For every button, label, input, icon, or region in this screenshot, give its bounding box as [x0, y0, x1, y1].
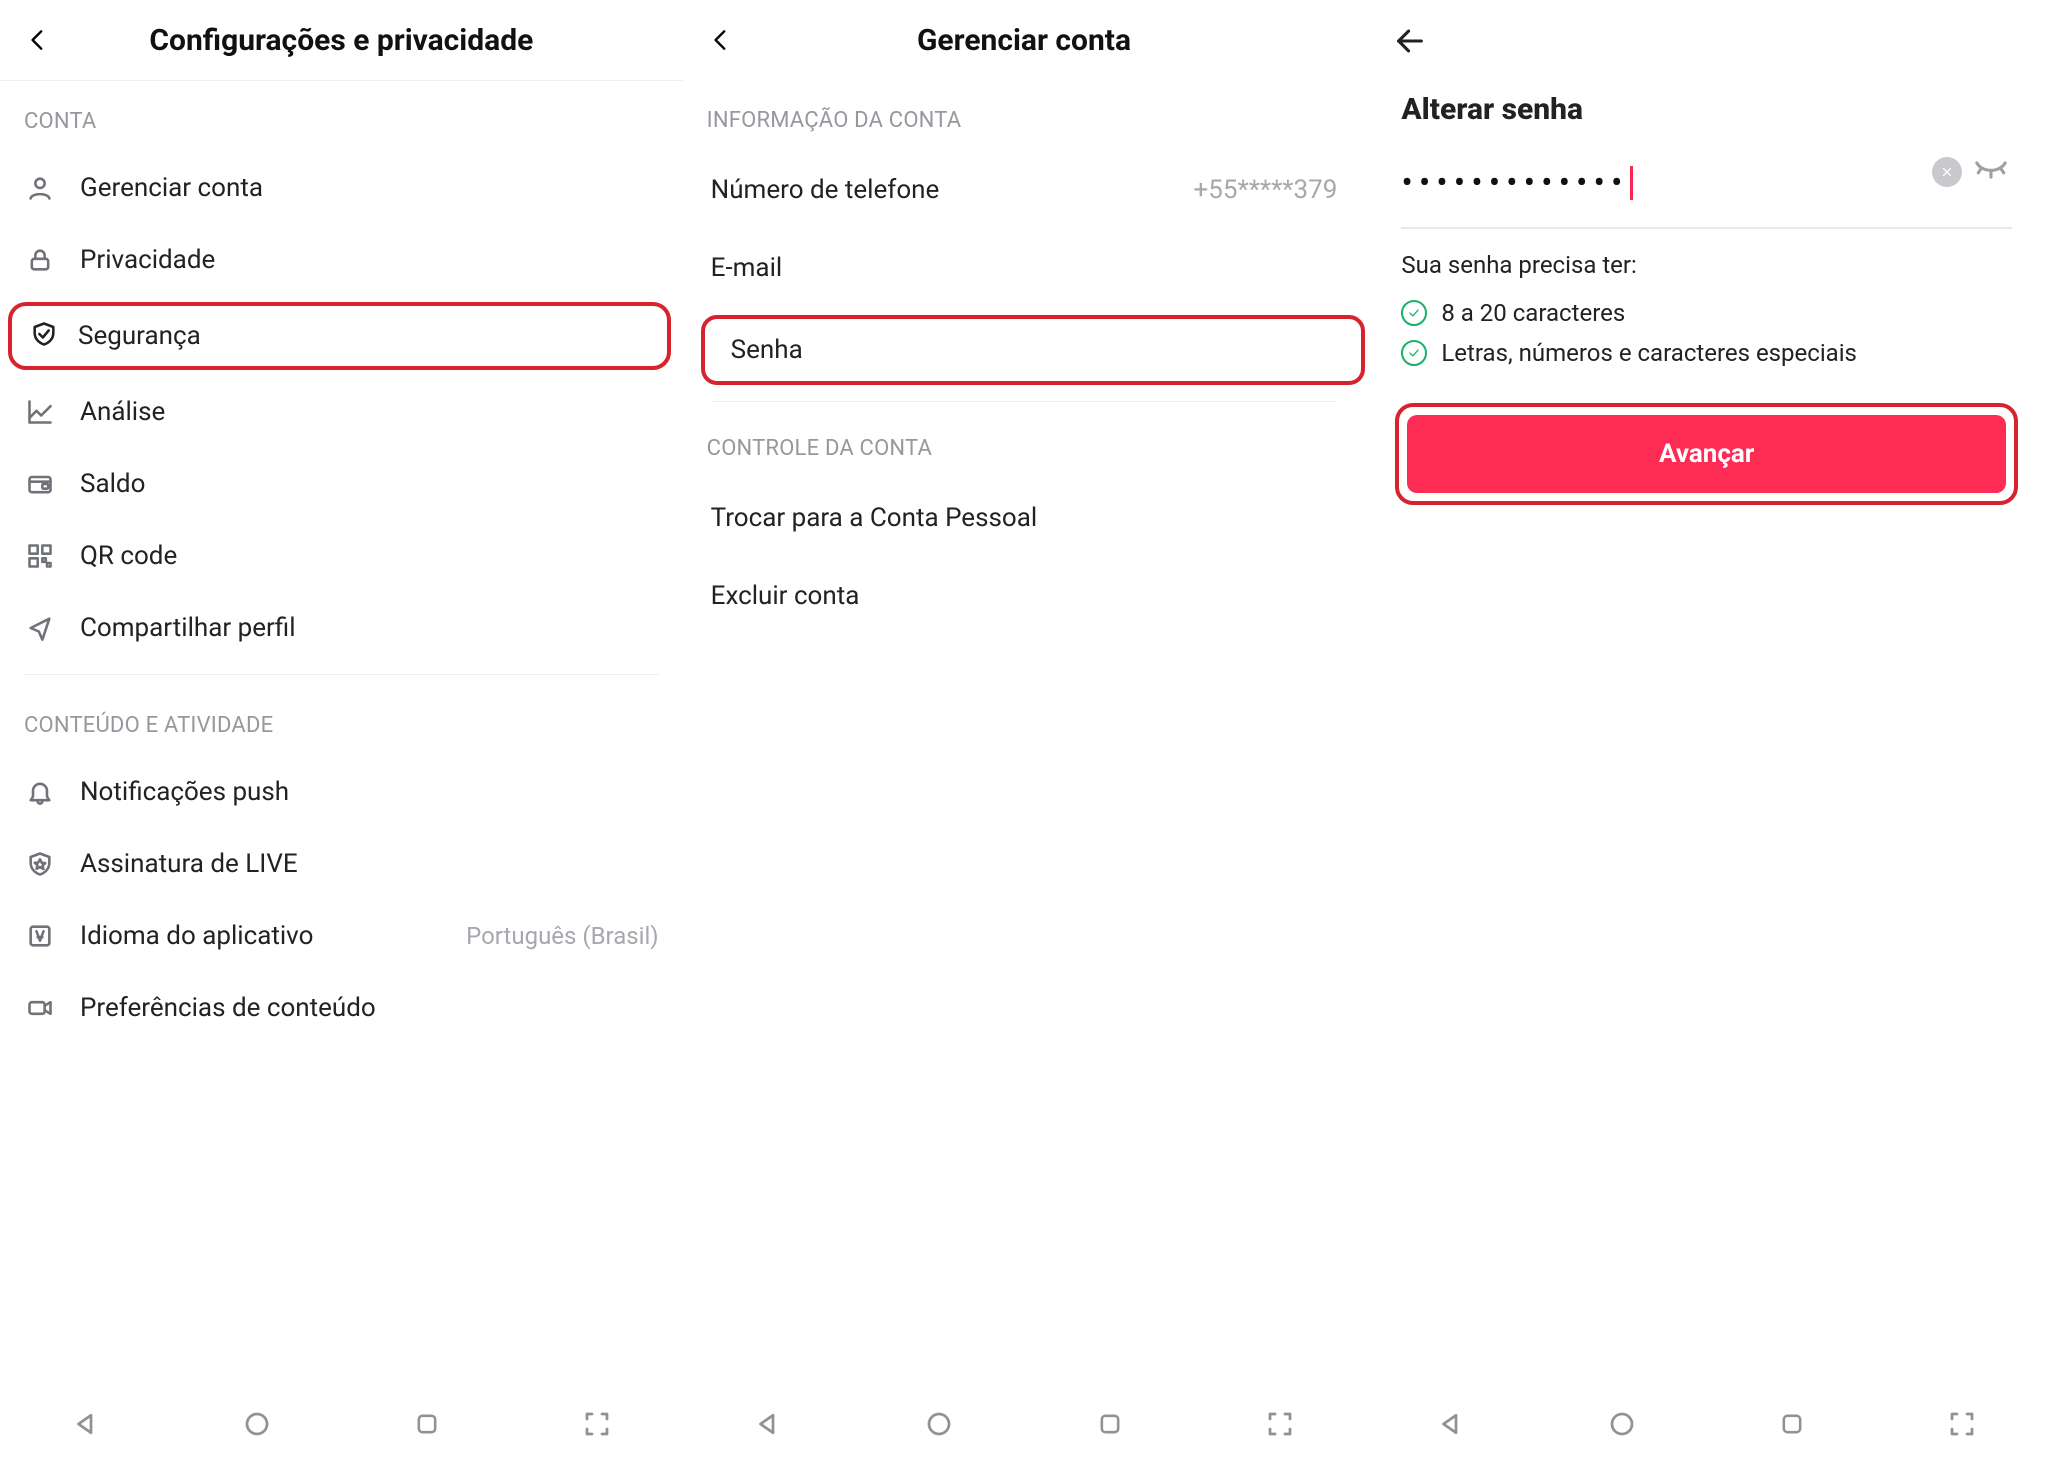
row-label: E-mail [711, 253, 1338, 283]
nav-back-icon[interactable] [71, 1409, 101, 1443]
highlight-senha: Senha [701, 315, 1366, 385]
nav-recent-icon[interactable] [413, 1410, 441, 1442]
row-compartilhar[interactable]: Compartilhar perfil [0, 592, 683, 664]
page-title: Gerenciar conta [741, 23, 1308, 58]
requirements-title: Sua senha precisa ter: [1401, 251, 2012, 279]
row-label: Assinatura de LIVE [80, 849, 659, 879]
row-label[interactable]: Senha [731, 335, 803, 365]
requirement-row: 8 a 20 caracteres [1401, 293, 2012, 333]
lock-icon [24, 244, 56, 276]
nav-recent-icon[interactable] [1778, 1410, 1806, 1442]
password-masked-value: ••••••••••••• [1401, 163, 1628, 203]
advance-button[interactable]: Avançar [1407, 415, 2006, 493]
row-label[interactable]: Segurança [78, 321, 201, 351]
row-idioma[interactable]: Idioma do aplicativo Português (Brasil) [0, 900, 683, 972]
android-nav-bar [0, 1388, 683, 1464]
highlight-seguranca: Segurança [8, 302, 671, 370]
section-header-controle: CONTROLE DA CONTA [683, 408, 1366, 479]
nav-recent-icon[interactable] [1096, 1410, 1124, 1442]
row-qrcode[interactable]: QR code [0, 520, 683, 592]
nav-fullscreen-icon[interactable] [582, 1409, 612, 1443]
shield-icon [30, 320, 58, 352]
section-header-conteudo: CONTEÚDO E ATIVIDADE [0, 685, 683, 756]
qr-icon [24, 540, 56, 572]
password-input[interactable]: ••••••••••••• [1401, 147, 2012, 229]
row-trocar-conta[interactable]: Trocar para a Conta Pessoal [683, 479, 1366, 557]
nav-back-icon[interactable] [753, 1409, 783, 1443]
row-label: QR code [80, 541, 659, 571]
row-label: Idioma do aplicativo [80, 921, 442, 951]
requirement-text: 8 a 20 caracteres [1441, 299, 1625, 327]
row-assinatura-live[interactable]: Assinatura de LIVE [0, 828, 683, 900]
row-value: Português (Brasil) [466, 922, 659, 950]
highlight-avancar: Avançar [1395, 403, 2018, 505]
nav-home-icon[interactable] [1607, 1409, 1637, 1443]
row-label: Gerenciar conta [80, 173, 659, 203]
row-label: Compartilhar perfil [80, 613, 659, 643]
row-label: Número de telefone [711, 175, 1194, 205]
chart-icon [24, 396, 56, 428]
android-nav-bar [1365, 1388, 2048, 1464]
text-caret [1630, 166, 1633, 200]
row-label: Notificações push [80, 777, 659, 807]
bell-icon [24, 776, 56, 808]
back-chevron-icon[interactable] [701, 20, 741, 60]
requirement-text: Letras, números e caracteres especiais [1441, 339, 1857, 367]
badge-shield-icon [24, 848, 56, 880]
section-header-conta: CONTA [0, 81, 683, 152]
nav-home-icon[interactable] [924, 1409, 954, 1443]
row-privacidade[interactable]: Privacidade [0, 224, 683, 296]
clear-input-icon[interactable] [1932, 157, 1962, 187]
person-icon [24, 172, 56, 204]
page-title: Alterar senha [1365, 62, 2048, 147]
row-analise[interactable]: Análise [0, 376, 683, 448]
row-label: Trocar para a Conta Pessoal [711, 503, 1338, 533]
section-header-info: INFORMAÇÃO DA CONTA [683, 80, 1366, 151]
video-icon [24, 992, 56, 1024]
row-notificacoes[interactable]: Notificações push [0, 756, 683, 828]
pane-manage-account: Gerenciar conta INFORMAÇÃO DA CONTA Núme… [683, 0, 1366, 1464]
android-nav-bar [683, 1388, 1366, 1464]
language-icon [24, 920, 56, 952]
divider [711, 401, 1338, 402]
row-excluir-conta[interactable]: Excluir conta [683, 557, 1366, 635]
back-arrow-icon[interactable] [1365, 0, 2048, 62]
nav-home-icon[interactable] [242, 1409, 272, 1443]
header: Configurações e privacidade [0, 0, 683, 80]
check-circle-icon [1401, 300, 1427, 326]
row-saldo[interactable]: Saldo [0, 448, 683, 520]
row-label: Saldo [80, 469, 659, 499]
back-chevron-icon[interactable] [18, 20, 58, 60]
pane-change-password: Alterar senha ••••••••••••• Sua senha pr… [1365, 0, 2048, 1464]
page-title: Configurações e privacidade [58, 23, 625, 58]
eye-closed-icon[interactable] [1974, 157, 2008, 183]
row-label: Privacidade [80, 245, 659, 275]
header: Gerenciar conta [683, 0, 1366, 80]
requirement-row: Letras, números e caracteres especiais [1401, 333, 2012, 373]
password-requirements: Sua senha precisa ter: 8 a 20 caracteres… [1365, 229, 2048, 383]
nav-back-icon[interactable] [1436, 1409, 1466, 1443]
pane-settings: Configurações e privacidade CONTA Gerenc… [0, 0, 683, 1464]
nav-fullscreen-icon[interactable] [1265, 1409, 1295, 1443]
nav-fullscreen-icon[interactable] [1947, 1409, 1977, 1443]
share-icon [24, 612, 56, 644]
row-telefone[interactable]: Número de telefone +55*****379 [683, 151, 1366, 229]
divider [24, 674, 659, 675]
row-email[interactable]: E-mail [683, 229, 1366, 307]
wallet-icon [24, 468, 56, 500]
row-value: +55*****379 [1194, 175, 1338, 205]
row-label: Preferências de conteúdo [80, 993, 659, 1023]
row-gerenciar-conta[interactable]: Gerenciar conta [0, 152, 683, 224]
check-circle-icon [1401, 340, 1427, 366]
row-label: Análise [80, 397, 659, 427]
row-label: Excluir conta [711, 581, 1338, 611]
row-preferencias[interactable]: Preferências de conteúdo [0, 972, 683, 1044]
